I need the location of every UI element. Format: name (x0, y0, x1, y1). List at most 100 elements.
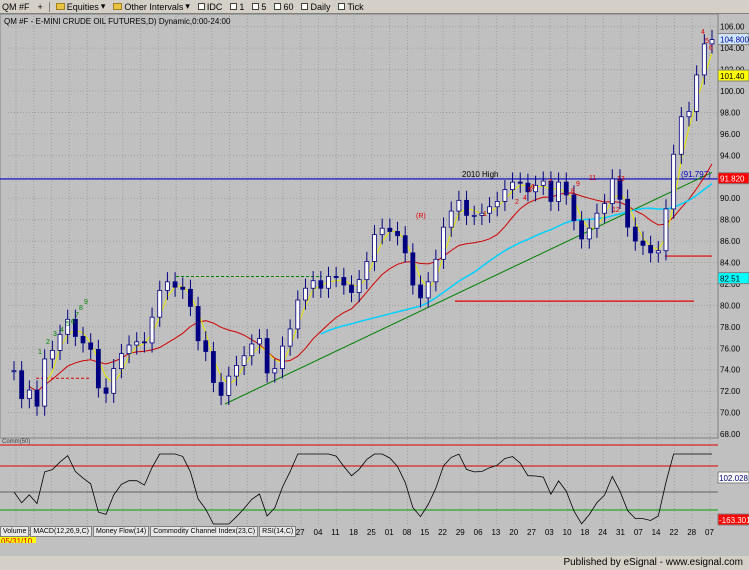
x-day-label: 08 (402, 528, 411, 537)
osc-badge-text: -163.301 (719, 516, 749, 525)
candle-body (88, 342, 94, 350)
interval-label: 60 (283, 1, 294, 12)
r-marker: (R) (416, 213, 426, 220)
x-day-label: 22 (438, 528, 447, 537)
candle-body (257, 338, 262, 345)
y-tick-label: 96.00 (720, 130, 741, 139)
y-tick-label: 98.00 (720, 108, 741, 117)
candle-body (510, 181, 515, 191)
candle-body (280, 345, 285, 370)
y-tick-label: 78.00 (720, 323, 741, 332)
x-day-label: 15 (420, 528, 429, 537)
y-tick-label: 104.00 (720, 44, 745, 53)
candle-body (602, 203, 608, 214)
td-count-red: 7 (548, 179, 552, 186)
candle-body (556, 181, 561, 202)
interval-daily[interactable]: Daily (299, 1, 332, 12)
y-tick-label: 76.00 (720, 344, 741, 353)
candle-body (402, 235, 408, 254)
other-intervals-menu[interactable]: Other Intervals ▾ (111, 1, 192, 12)
td-count-red: 6 (709, 45, 713, 52)
candle-body (272, 368, 278, 374)
td-count-green: 7 (75, 312, 79, 319)
interval-label: Tick (347, 1, 364, 12)
td-count-green: 5 (66, 321, 70, 328)
td-count-red: 1 (483, 211, 487, 218)
candle-body (11, 370, 17, 373)
candle-body (95, 348, 101, 389)
checkbox-icon (301, 3, 309, 10)
y-tick-label: 80.00 (720, 301, 741, 310)
candle-body (195, 306, 201, 342)
candle-body (111, 368, 117, 394)
td-count-red: 11 (589, 175, 596, 182)
toolbar: QM #F + Equities ▾ Other Intervals ▾ IDC… (0, 0, 749, 14)
equities-menu[interactable]: Equities ▾ (54, 1, 108, 12)
checkbox-icon (252, 3, 260, 10)
candle-body (264, 338, 270, 374)
x-day-label: 11 (331, 528, 340, 537)
footer-bar: Published by eSignal - www.esignal.com (0, 556, 749, 570)
candle-body (586, 227, 592, 240)
candle-body (356, 279, 362, 293)
x-day-label: 07 (705, 528, 714, 537)
candle-body (571, 194, 577, 222)
candle-body (441, 226, 446, 260)
symbol-text: QM #F (2, 1, 30, 12)
candle-body (694, 74, 700, 112)
candle-body (203, 340, 209, 352)
add-button[interactable]: + (36, 1, 45, 12)
y-tick-label: 70.00 (720, 409, 741, 418)
interval-label: Daily (310, 1, 331, 12)
td-count-red: 9 (576, 181, 580, 188)
checkbox-icon (230, 3, 238, 10)
candle-body (149, 316, 155, 344)
tab-macd[interactable]: MACD(12,26,9,C) (30, 526, 92, 537)
td-count-green: 6 (71, 319, 75, 326)
candle-body (318, 280, 324, 289)
interval-label: IDC (206, 1, 223, 12)
interval-tick[interactable]: Tick (336, 1, 365, 12)
x-day-label: 14 (652, 528, 661, 537)
candle-body (141, 341, 147, 344)
tab-volume[interactable]: Volume (0, 526, 30, 537)
interval-1[interactable]: 1 (228, 1, 246, 12)
candle-body (249, 343, 255, 357)
tab-cci[interactable]: Commodity Channel Index(23,C) (150, 526, 259, 537)
x-day-label: 18 (580, 528, 589, 537)
candle-body (579, 220, 585, 240)
candle-body (188, 288, 193, 307)
x-day-label: 03 (545, 528, 554, 537)
x-day-label: 28 (687, 528, 696, 537)
interval-5[interactable]: 5 (250, 1, 268, 12)
symbol-field[interactable]: QM #F (0, 1, 32, 12)
x-day-label: 27 (527, 528, 536, 537)
candle-body (303, 287, 308, 301)
tab-rsi[interactable]: RSI(14,C) (259, 526, 297, 537)
x-day-label: 13 (491, 528, 500, 537)
price-badge-text: 82.51 (720, 275, 741, 284)
folder-icon (55, 3, 65, 10)
price-badge-text: 101.40 (720, 72, 745, 81)
candle-body (709, 39, 715, 45)
td-count-red: 13 (617, 176, 625, 183)
candle-body (540, 180, 546, 186)
interval-idc[interactable]: IDC (196, 1, 225, 12)
sub-label: Comm(50) (2, 439, 30, 445)
x-day-label: 18 (349, 528, 358, 537)
folder-icon (113, 3, 123, 10)
candle-body (379, 227, 385, 236)
y-tick-label: 86.00 (720, 237, 741, 246)
td-count-green: 8 (79, 305, 83, 312)
candle-body (211, 351, 216, 383)
tab-money-flow[interactable]: Money Flow(14) (93, 526, 150, 537)
candle-body (341, 277, 347, 286)
osc-badge-text: 102.028 (719, 474, 748, 483)
candle-body (349, 284, 354, 293)
high-value: (91.797) (681, 170, 711, 179)
price-chart[interactable]: 106.00104.00102.00100.0098.0096.0094.009… (0, 14, 749, 543)
candle-body (487, 206, 492, 214)
td-count-red: 2 (515, 199, 519, 206)
interval-60[interactable]: 60 (272, 1, 295, 12)
candle-body (42, 358, 48, 407)
